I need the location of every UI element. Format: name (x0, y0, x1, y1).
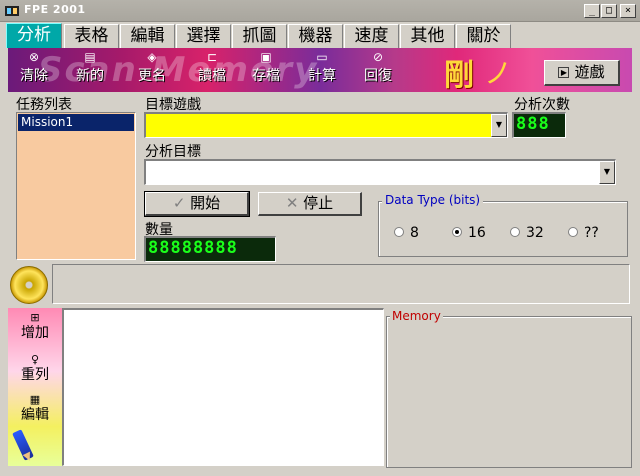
radio-8-bit-label: 8 (410, 225, 419, 241)
quantity-value: 88888888 (148, 238, 238, 258)
target-game-label: 目標遊戲 (145, 97, 201, 113)
maximize-button[interactable]: □ (601, 4, 617, 18)
target-game-combo[interactable]: ▼ (144, 112, 508, 138)
radio-16-bit[interactable]: 16 (452, 225, 486, 241)
save-file-button-label: 存檔 (252, 68, 280, 84)
analysis-count-display: 888 (512, 112, 566, 138)
tab-table[interactable]: 表格 (64, 24, 119, 48)
stop-button[interactable]: ✕ 停止 (258, 192, 362, 216)
game-button[interactable]: ▶ 遊戲 (544, 60, 620, 86)
edit-button[interactable]: ▦ 編輯 (8, 394, 62, 424)
relist-button[interactable]: ♀ 重列 (8, 354, 62, 384)
tab-edit[interactable]: 編輯 (120, 24, 175, 48)
load-file-button[interactable]: ⊏ 讀檔 (190, 50, 234, 90)
start-button[interactable]: ✓ 開始 (144, 191, 250, 217)
memory-title: Memory (390, 309, 443, 323)
clear-button[interactable]: ⊗ 清除 (12, 50, 56, 90)
app-film-icon (4, 3, 20, 19)
stop-x-icon: ✕ (285, 194, 304, 212)
save-disk-icon: ▣ (260, 50, 272, 64)
cd-disc-icon[interactable] (10, 266, 48, 304)
open-folder-icon: ⊏ (206, 50, 218, 64)
calculator-icon: ▭ (316, 50, 328, 64)
close-button[interactable]: × (620, 4, 636, 18)
add-button[interactable]: ⊞ 增加 (8, 312, 62, 342)
calculate-button-label: 計算 (308, 68, 336, 84)
restore-button[interactable]: ⊘ 回復 (356, 50, 400, 90)
rename-icon: ◈ (147, 50, 157, 64)
tab-about[interactable]: 關於 (456, 24, 511, 48)
analysis-target-label: 分析目標 (145, 144, 201, 160)
analysis-count-value: 888 (516, 114, 550, 134)
game-button-label: 遊戲 (574, 63, 605, 81)
rename-button-label: 更名 (138, 68, 166, 84)
relist-button-label: 重列 (21, 367, 49, 383)
undo-icon: ⊘ (372, 50, 384, 64)
window-title: FPE 2001 (24, 3, 86, 16)
new-icon: ▤ (84, 50, 96, 64)
analysis-count-label: 分析次數 (514, 97, 570, 113)
start-button-label: 開始 (190, 194, 221, 212)
calculate-button[interactable]: ▭ 計算 (300, 50, 344, 90)
add-icon: ⊞ (30, 311, 40, 324)
toolbar-deco-character: 剛 (444, 58, 474, 92)
radio-dot (394, 227, 404, 237)
status-strip (52, 264, 630, 304)
new-button[interactable]: ▤ 新的 (68, 50, 112, 90)
load-file-button-label: 讀檔 (198, 68, 226, 84)
tab-analyze[interactable]: 分析 (6, 23, 62, 48)
toolbar-deco-stroke: ノ (484, 57, 513, 90)
result-list[interactable] (62, 308, 384, 466)
play-icon: ▶ (558, 67, 570, 78)
task-list[interactable]: Mission1 (16, 112, 136, 260)
data-type-title: Data Type (bits) (382, 193, 484, 207)
main-tab-bar: 分析 表格 編輯 選擇 抓圖 機器 速度 其他 關於 (0, 22, 640, 48)
radio-dot (510, 227, 520, 237)
radio-dot (568, 227, 578, 237)
quantity-display: 88888888 (144, 236, 276, 262)
new-button-label: 新的 (76, 68, 104, 84)
task-list-item[interactable]: Mission1 (18, 114, 134, 131)
radio-8-bit[interactable]: 8 (394, 225, 419, 241)
add-button-label: 增加 (21, 325, 49, 341)
analysis-target-combo[interactable]: ▼ (144, 159, 616, 185)
edit-button-label: 編輯 (21, 407, 49, 423)
clear-icon: ⊗ (28, 50, 40, 64)
radio-unknown-bit-label: ?? (584, 225, 599, 241)
title-bar[interactable]: FPE 2001 _ □ × (0, 0, 640, 22)
radio-16-bit-label: 16 (468, 225, 486, 241)
tab-machine[interactable]: 機器 (288, 24, 343, 48)
memory-group (386, 316, 632, 468)
stop-button-label: 停止 (303, 194, 334, 212)
clear-button-label: 清除 (20, 68, 48, 84)
scan-toolbar: Scan Memory 剛 ノ ⊗ 清除 ▤ 新的 ◈ 更名 ⊏ 讀檔 ▣ 存檔… (8, 48, 632, 92)
tab-select[interactable]: 選擇 (176, 24, 231, 48)
tab-other[interactable]: 其他 (400, 24, 455, 48)
relist-icon: ♀ (30, 353, 40, 366)
rename-button[interactable]: ◈ 更名 (130, 50, 174, 90)
check-icon: ✓ (172, 194, 191, 212)
radio-32-bit-label: 32 (526, 225, 544, 241)
tab-speed[interactable]: 速度 (344, 24, 399, 48)
task-list-label: 任務列表 (16, 97, 72, 113)
save-file-button[interactable]: ▣ 存檔 (244, 50, 288, 90)
radio-dot-selected (452, 227, 462, 237)
restore-button-label: 回復 (364, 68, 392, 84)
radio-32-bit[interactable]: 32 (510, 225, 544, 241)
radio-unknown-bit[interactable]: ?? (568, 225, 599, 241)
edit-icon: ▦ (29, 393, 41, 406)
chevron-down-icon[interactable]: ▼ (599, 161, 615, 184)
tab-capture[interactable]: 抓圖 (232, 24, 287, 48)
chevron-down-icon[interactable]: ▼ (491, 114, 507, 137)
minimize-button[interactable]: _ (584, 4, 600, 18)
